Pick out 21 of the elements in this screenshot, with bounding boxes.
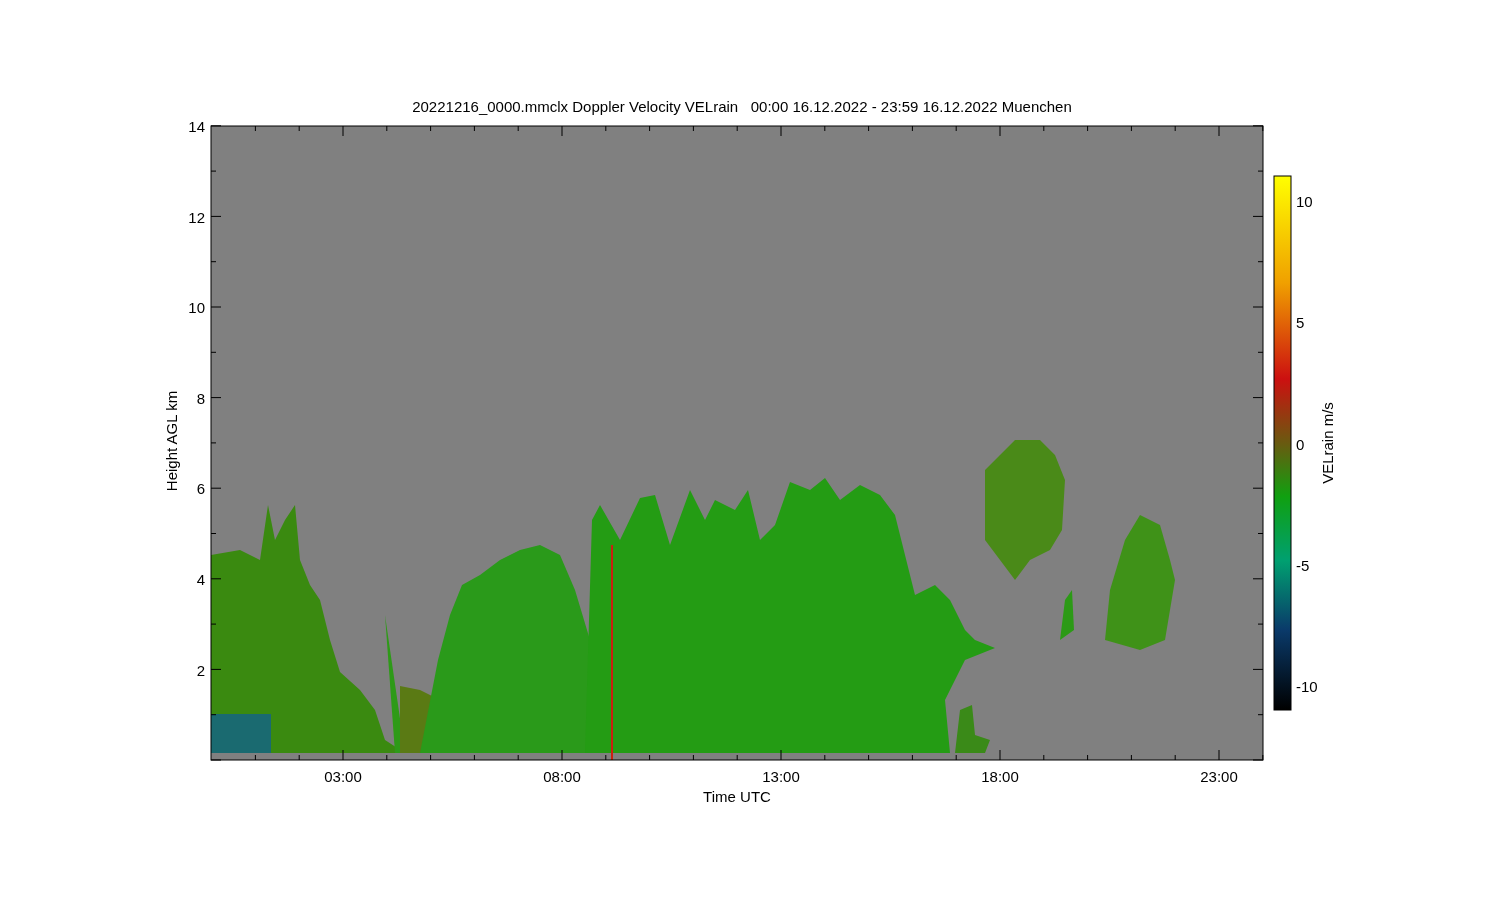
y-axis-label: Height AGL km (163, 390, 180, 492)
colorbar-tick-label: -10 (1296, 678, 1318, 696)
x-tick-label: 23:00 (1200, 768, 1238, 785)
x-axis-label: Time UTC (703, 788, 771, 805)
y-tick-label: 6 (196, 480, 205, 498)
y-tick-label: 14 (188, 118, 205, 135)
x-tick-label: 13:00 (762, 768, 800, 785)
chart-title: 20221216_0000.mmclx Doppler Velocity VELrain 00:00 16.12.2022 - 23:59 16.12.2022 Muenchen (412, 98, 1072, 115)
colorbar-tick-label: 5 (1296, 314, 1305, 332)
y-tick-label: 4 (196, 571, 205, 588)
x-tick-label: 08:00 (543, 768, 581, 785)
colorbar-tick-label: 10 (1296, 193, 1313, 210)
y-tick-label: 10 (188, 299, 205, 317)
y-tick-label: 12 (188, 208, 205, 226)
colorbar-tick-label: 0 (1296, 435, 1305, 453)
x-tick-label: 18:00 (981, 768, 1019, 785)
y-tick-label: 2 (196, 661, 205, 679)
colorbar-label: VELrain m/s (1319, 402, 1336, 484)
y-tick-label: 8 (196, 389, 205, 407)
x-tick-label: 03:00 (324, 768, 362, 785)
colorbar-tick-label: -5 (1296, 556, 1310, 574)
